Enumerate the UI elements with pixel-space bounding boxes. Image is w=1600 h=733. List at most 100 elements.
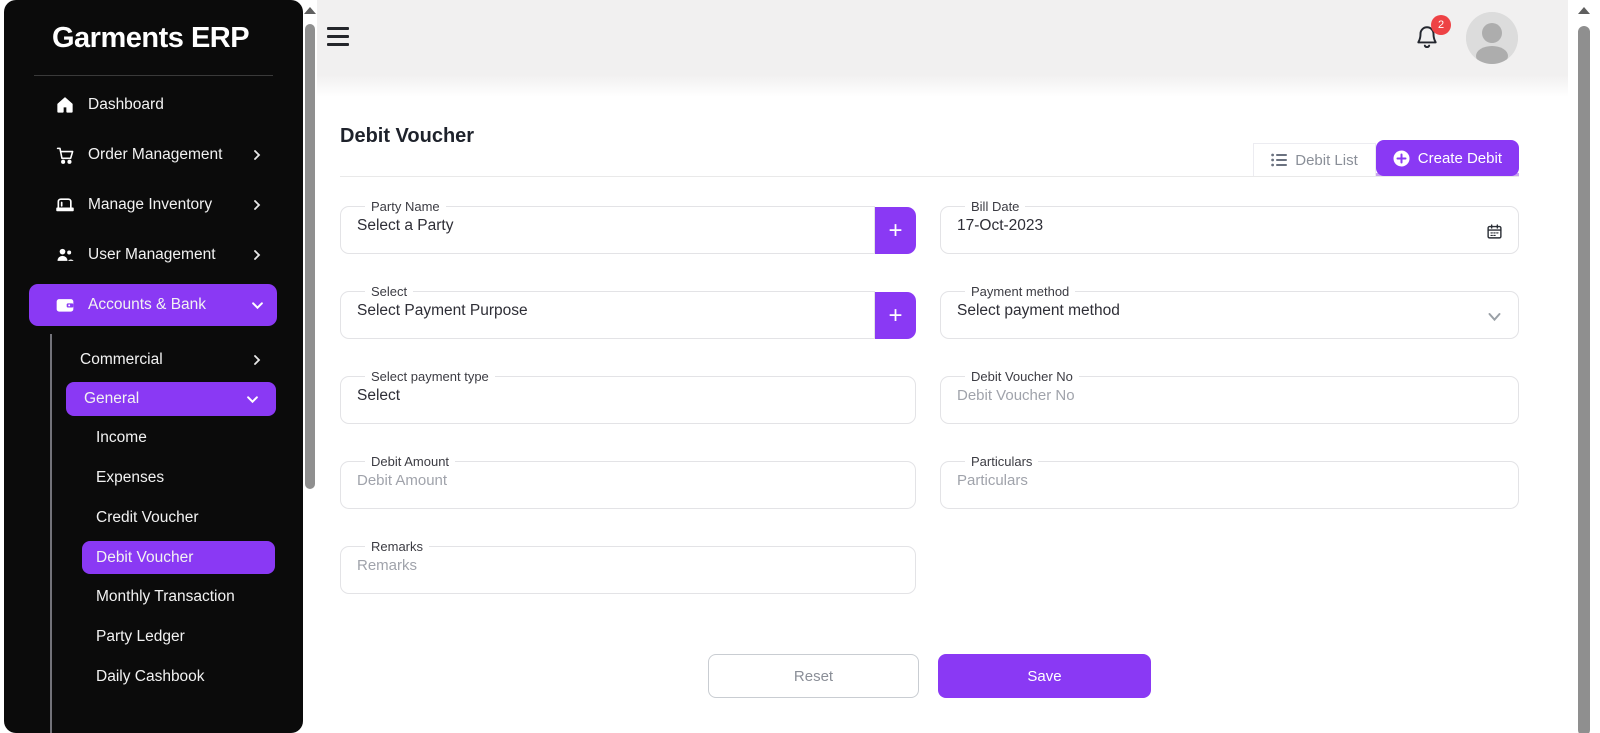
party-name-field[interactable]: Party Name Select a Party + <box>340 199 916 254</box>
topbar: 2 <box>317 0 1568 75</box>
submenu-item-label: Party Ledger <box>96 628 185 646</box>
scrollbar-thumb[interactable] <box>1578 26 1590 733</box>
sidebar-scrollbar <box>303 0 317 733</box>
submenu-item-label: Credit Voucher <box>96 509 199 527</box>
hamburger-menu-icon[interactable] <box>327 27 349 47</box>
sidebar-item-label: Order Management <box>88 146 238 164</box>
form-actions: Reset Save <box>340 654 1519 698</box>
scroll-up-arrow[interactable] <box>304 7 316 14</box>
payment-type-select[interactable]: Select <box>357 387 899 405</box>
empty-cell <box>940 539 1519 594</box>
sidebar-item-user-management[interactable]: User Management <box>29 234 277 276</box>
remarks-label: Remarks <box>365 539 429 554</box>
create-debit-tab[interactable]: Create Debit <box>1376 140 1519 176</box>
sidebar-item-label: User Management <box>88 246 238 264</box>
home-icon <box>55 95 75 115</box>
add-party-button[interactable]: + <box>875 207 916 254</box>
users-icon <box>55 245 75 265</box>
sidebar-nav: Dashboard Order Management Manage Invent… <box>4 84 303 326</box>
submenu-tree-line <box>50 334 52 733</box>
bill-date-field[interactable]: Bill Date 17-Oct-2023 <box>940 199 1519 254</box>
debit-list-tab[interactable]: Debit List <box>1253 143 1376 176</box>
app-logo: Garments ERP <box>4 0 303 55</box>
payment-purpose-select[interactable]: Select Payment Purpose <box>357 302 858 320</box>
submenu-item-daily-cashbook[interactable]: Daily Cashbook <box>4 657 303 697</box>
bill-date-label: Bill Date <box>965 199 1025 214</box>
payment-type-label: Select payment type <box>365 369 495 384</box>
calendar-icon[interactable] <box>1486 223 1503 240</box>
list-icon <box>1271 153 1287 167</box>
submenu-item-monthly-transaction[interactable]: Monthly Transaction <box>4 577 303 617</box>
submenu-item-label: Daily Cashbook <box>96 668 205 686</box>
particulars-input[interactable] <box>957 472 1502 489</box>
chevron-right-icon <box>251 354 263 366</box>
reset-button[interactable]: Reset <box>708 654 919 698</box>
chevron-down-icon <box>1486 308 1503 325</box>
payment-method-field[interactable]: Payment method Select payment method <box>940 284 1519 339</box>
wallet-icon <box>55 295 75 315</box>
payment-type-field[interactable]: Select payment type Select <box>340 369 916 424</box>
remarks-input[interactable] <box>357 557 899 574</box>
particulars-field[interactable]: Particulars <box>940 454 1519 509</box>
debit-amount-label: Debit Amount <box>365 454 455 469</box>
submenu-item-party-ledger[interactable]: Party Ledger <box>4 617 303 657</box>
debit-amount-field[interactable]: Debit Amount <box>340 454 916 509</box>
payment-purpose-field[interactable]: Select Select Payment Purpose + <box>340 284 916 339</box>
submenu-item-credit-voucher[interactable]: Credit Voucher <box>4 498 303 538</box>
sidebar-item-label: Manage Inventory <box>88 196 238 214</box>
sidebar-item-dashboard[interactable]: Dashboard <box>29 84 277 126</box>
submenu-item-debit-voucher[interactable]: Debit Voucher <box>82 541 275 574</box>
debit-voucher-no-label: Debit Voucher No <box>965 369 1079 384</box>
payment-purpose-label: Select <box>365 284 413 299</box>
cart-icon <box>55 145 75 165</box>
person-icon <box>1466 12 1518 64</box>
payment-method-select[interactable]: Select payment method <box>957 302 1502 320</box>
debit-amount-input[interactable] <box>357 472 899 489</box>
chevron-right-icon <box>251 199 263 211</box>
chevron-right-icon <box>251 149 263 161</box>
party-name-label: Party Name <box>365 199 446 214</box>
payment-method-label: Payment method <box>965 284 1075 299</box>
sidebar-item-accounts-bank[interactable]: Accounts & Bank <box>29 284 277 326</box>
debit-voucher-no-field[interactable]: Debit Voucher No <box>940 369 1519 424</box>
submenu-item-income[interactable]: Income <box>4 418 303 458</box>
submenu-item-label: Income <box>96 429 147 447</box>
accounts-bank-submenu: Commercial General Income Expenses Credi… <box>4 340 303 697</box>
party-name-select[interactable]: Select a Party <box>357 217 858 235</box>
submenu-item-label: Expenses <box>96 469 164 487</box>
remarks-field[interactable]: Remarks <box>340 539 916 594</box>
chevron-right-icon <box>251 249 263 261</box>
submenu-item-general[interactable]: General <box>66 382 276 416</box>
add-payment-purpose-button[interactable]: + <box>875 292 916 339</box>
page-scrollbar <box>1576 0 1592 733</box>
sidebar-item-label: Dashboard <box>88 96 263 114</box>
debit-voucher-form: Party Name Select a Party + Bill Date 17… <box>340 199 1519 594</box>
debit-voucher-no-input[interactable] <box>957 387 1502 404</box>
sidebar-divider <box>34 75 273 76</box>
submenu-item-label: General <box>84 390 246 408</box>
scroll-up-arrow[interactable] <box>1578 7 1590 14</box>
page-header: Debit Voucher Debit List Create Debit <box>340 97 1519 177</box>
sidebar: Garments ERP Dashboard Order Management <box>4 0 303 733</box>
save-button[interactable]: Save <box>938 654 1151 698</box>
chevron-down-icon <box>251 299 263 311</box>
view-tabs: Debit List Create Debit <box>1253 140 1519 176</box>
submenu-item-label: Monthly Transaction <box>96 588 235 606</box>
scrollbar-thumb[interactable] <box>305 24 315 489</box>
submenu-item-label: Commercial <box>80 351 251 369</box>
app-window: Garments ERP Dashboard Order Management <box>0 0 1600 733</box>
submenu-item-commercial[interactable]: Commercial <box>4 340 303 380</box>
notifications-button[interactable]: 2 <box>1414 23 1440 51</box>
submenu-item-expenses[interactable]: Expenses <box>4 458 303 498</box>
bill-date-value[interactable]: 17-Oct-2023 <box>957 217 1502 235</box>
page-title: Debit Voucher <box>340 125 474 148</box>
sidebar-item-order-management[interactable]: Order Management <box>29 134 277 176</box>
particulars-label: Particulars <box>965 454 1038 469</box>
submenu-item-label: Debit Voucher <box>96 549 193 567</box>
user-avatar[interactable] <box>1466 12 1518 64</box>
page-content: Debit Voucher Debit List Create Debit <box>317 97 1568 698</box>
create-debit-tab-label: Create Debit <box>1418 150 1502 167</box>
sidebar-item-manage-inventory[interactable]: Manage Inventory <box>29 184 277 226</box>
topbar-fade <box>317 75 1568 97</box>
main-area: 2 Debit Voucher Debit List Create Debit <box>317 0 1568 733</box>
